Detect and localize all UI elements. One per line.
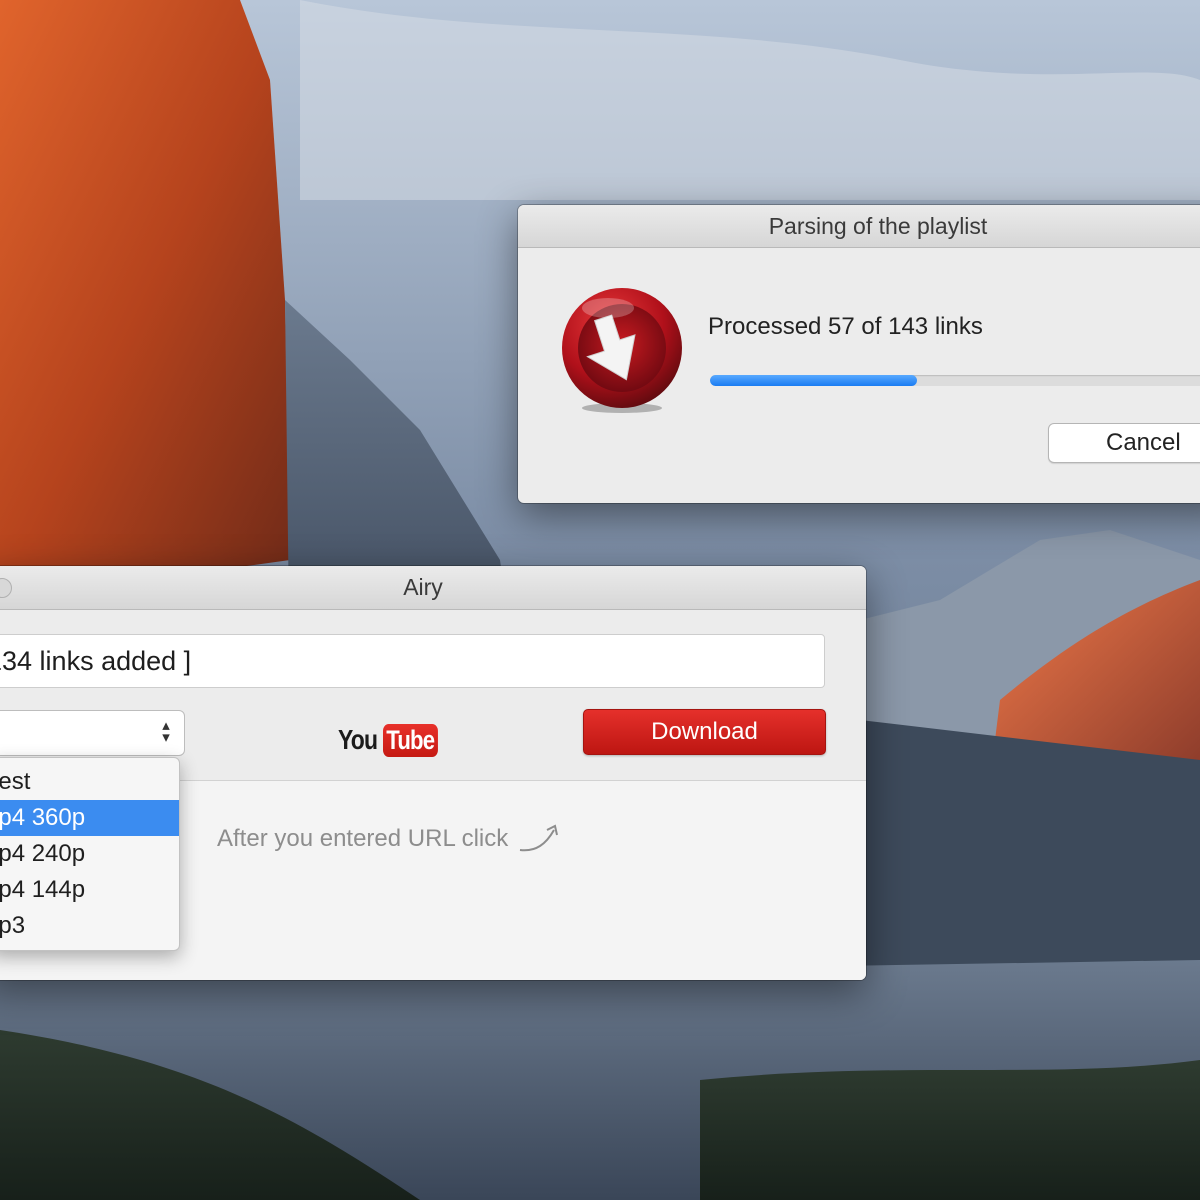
hint: After you entered URL click [217,822,562,856]
format-dropdown-menu: pest np4 360p np4 240p np4 144p np3 [0,757,180,951]
menu-item-format[interactable]: np3 [0,908,179,944]
hint-text: After you entered URL click [217,825,509,852]
menu-item-format[interactable]: np4 360p [0,800,179,836]
menu-item-format[interactable]: pest [0,764,179,800]
dialog-title: Parsing of the playlist [518,205,1200,248]
menu-item-format[interactable]: np4 144p [0,872,179,908]
url-input[interactable]: 134 links added ] [0,634,825,688]
window-title: Airy [0,566,866,610]
youtube-logo-tube: Tube [383,723,438,757]
menu-item-format[interactable]: np4 240p [0,836,179,872]
format-select[interactable]: st ▴▾ [0,710,185,756]
curved-arrow-icon [520,824,559,852]
youtube-logo: You Tube [338,722,450,758]
progress-message: Processed 57 of 143 links [708,313,983,340]
cancel-button[interactable]: Cancel [1048,423,1200,463]
toolbar-area: 134 links added ] st ▴▾ You Tube Downloa… [0,610,866,781]
download-button[interactable]: Download [583,709,826,755]
youtube-logo-you: You [338,724,378,755]
updown-chevron-icon: ▴ ▾ [162,717,170,746]
progress-bar-fill [710,375,918,386]
download-arrow-icon [562,288,682,413]
progress-bar [710,375,1200,386]
